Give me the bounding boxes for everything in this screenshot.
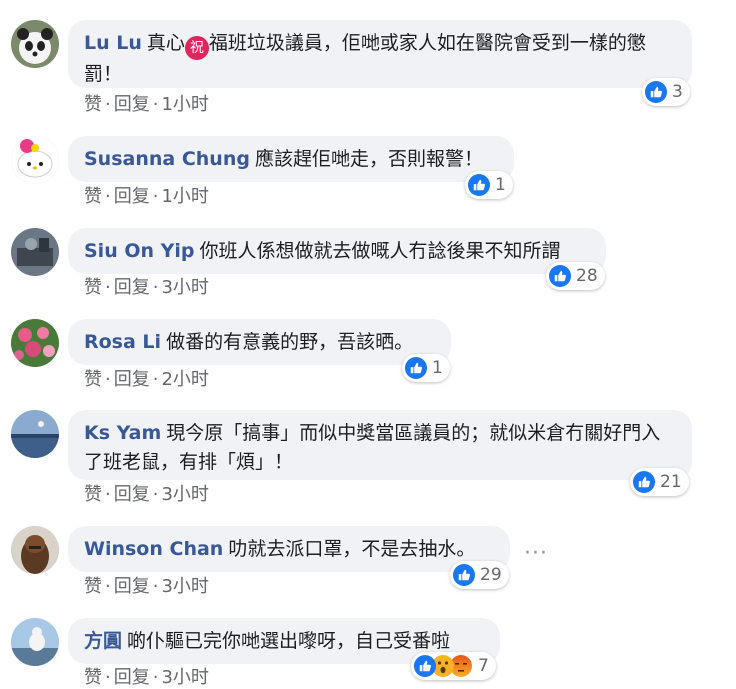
avatar[interactable]	[11, 410, 59, 458]
reaction-count[interactable]: 21	[630, 468, 689, 496]
separator: ·	[152, 576, 159, 597]
comment-text: 做番的有意義的野，吾該晒。	[166, 331, 414, 353]
reaction-number: 28	[576, 266, 598, 286]
comment-bubble: Lu Lu 真心祝福班垃圾議員，佢哋或家人如在醫院會受到一樣的懲罰！	[68, 20, 692, 88]
comment-author[interactable]: Rosa Li	[84, 331, 161, 353]
reaction-number: 21	[660, 472, 682, 492]
comment-author[interactable]: 方圓	[84, 630, 122, 652]
reaction-count[interactable]: 29	[450, 561, 509, 589]
comment-actions: 赞 · 回复 · 1小时	[84, 186, 209, 208]
separator: ·	[105, 186, 111, 207]
reaction-count[interactable]: 7	[411, 652, 496, 680]
timestamp[interactable]: 3小时	[161, 576, 208, 597]
separator: ·	[152, 277, 159, 298]
separator: ·	[152, 369, 159, 390]
thumbs-up-icon	[549, 265, 571, 287]
comment-author[interactable]: Susanna Chung	[84, 148, 250, 170]
comment-author[interactable]: Lu Lu	[84, 32, 142, 54]
reply-button[interactable]: 回复	[114, 576, 150, 597]
separator: ·	[105, 576, 111, 597]
separator: ·	[105, 369, 111, 390]
thumbs-up-icon	[468, 174, 490, 196]
comment-bubble: Ks Yam 現今原「搞事」而似中獎當區議員的；就似米倉冇關好門入了班老鼠，有排「…	[68, 410, 692, 480]
separator: ·	[105, 277, 111, 298]
reply-button[interactable]: 回复	[114, 94, 150, 115]
comment-actions: 赞 · 回复 · 1小时	[84, 94, 209, 116]
thumbs-up-icon	[414, 655, 436, 677]
comment-text: 叻就去派口罩，不是去抽水。	[228, 538, 476, 560]
comment-actions: 赞 · 回复 · 3小时	[84, 277, 209, 299]
reaction-count[interactable]: 1	[402, 354, 450, 382]
comment-author[interactable]: Siu On Yip	[84, 240, 195, 262]
reaction-number: 1	[495, 175, 506, 195]
reply-button[interactable]: 回复	[114, 484, 150, 505]
reaction-number: 3	[672, 82, 683, 102]
avatar[interactable]	[11, 526, 59, 574]
avatar[interactable]	[11, 136, 59, 184]
separator: ·	[152, 667, 159, 688]
comment-author[interactable]: Ks Yam	[84, 422, 161, 444]
timestamp[interactable]: 2小时	[161, 369, 208, 390]
comment-text: 真心	[146, 32, 185, 54]
comment-actions: 赞 · 回复 · 3小时	[84, 484, 209, 506]
comment-bubble: Winson Chan 叻就去派口罩，不是去抽水。	[68, 526, 510, 572]
thumbs-up-icon	[633, 471, 655, 493]
thumbs-up-icon	[645, 81, 667, 103]
comment-text: 應該趕佢哋走，否則報警！	[254, 148, 483, 170]
separator: ·	[152, 484, 159, 505]
like-button[interactable]: 赞	[84, 369, 102, 390]
like-button[interactable]: 赞	[84, 667, 102, 688]
like-button[interactable]: 赞	[84, 186, 102, 207]
timestamp[interactable]: 1小时	[161, 94, 208, 115]
comment-bubble: Susanna Chung 應該趕佢哋走，否則報警！	[68, 136, 514, 182]
separator: ·	[105, 484, 111, 505]
separator: ·	[105, 667, 111, 688]
comment-bubble: Rosa Li 做番的有意義的野，吾該晒。	[68, 319, 451, 365]
comment-actions: 赞 · 回复 · 2小时	[84, 369, 209, 391]
avatar[interactable]	[11, 618, 59, 666]
like-button[interactable]: 赞	[84, 94, 102, 115]
comment-actions: 赞 · 回复 · 3小时	[84, 576, 209, 598]
like-button[interactable]: 赞	[84, 576, 102, 597]
comment-text: 啲仆驅已完你哋選出嚟呀，自己受番啦	[127, 630, 451, 652]
reaction-count[interactable]: 1	[465, 171, 513, 199]
thumbs-up-icon	[405, 357, 427, 379]
reaction-count[interactable]: 3	[642, 78, 690, 106]
comment-author[interactable]: Winson Chan	[84, 538, 223, 560]
avatar[interactable]	[11, 319, 59, 367]
thumbs-up-icon	[453, 564, 475, 586]
reply-button[interactable]: 回复	[114, 277, 150, 298]
timestamp[interactable]: 3小时	[161, 484, 208, 505]
reply-button[interactable]: 回复	[114, 186, 150, 207]
reaction-count[interactable]: 28	[546, 262, 605, 290]
comment-text: 你班人係想做就去做嘅人冇諗後果不知所謂	[199, 240, 561, 262]
reaction-number: 7	[478, 656, 489, 676]
avatar[interactable]	[11, 228, 59, 276]
reaction-number: 29	[480, 565, 502, 585]
like-button[interactable]: 赞	[84, 277, 102, 298]
comment-bubble: Siu On Yip 你班人係想做就去做嘅人冇諗後果不知所謂	[68, 228, 606, 274]
timestamp[interactable]: 3小时	[161, 667, 208, 688]
separator: ·	[152, 186, 159, 207]
reply-button[interactable]: 回复	[114, 667, 150, 688]
emoji-icon: 祝	[184, 36, 209, 60]
more-options-icon[interactable]: ···	[524, 541, 548, 566]
reaction-number: 1	[432, 358, 443, 378]
comment-text: 現今原「搞事」而似中獎當區議員的；就似米倉冇關好門入了班老鼠，有排「煩」！	[84, 422, 661, 473]
avatar[interactable]	[11, 20, 59, 68]
timestamp[interactable]: 3小时	[161, 277, 208, 298]
like-button[interactable]: 赞	[84, 484, 102, 505]
reply-button[interactable]: 回复	[114, 369, 150, 390]
separator: ·	[152, 94, 159, 115]
timestamp[interactable]: 1小时	[161, 186, 208, 207]
separator: ·	[105, 94, 111, 115]
